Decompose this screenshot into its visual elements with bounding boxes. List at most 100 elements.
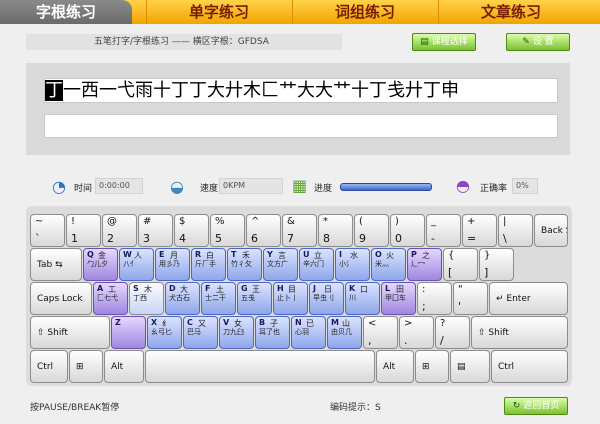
key-l[interactable]: L 田甲囗车 xyxy=(381,282,416,315)
key-j[interactable]: J 日早虫刂 xyxy=(309,282,344,315)
key-shift-char: { xyxy=(448,250,455,261)
key-roots: 犬古石 xyxy=(169,294,190,302)
key-semicolon[interactable]: :; xyxy=(417,282,452,315)
key-b[interactable]: B 子耳了也 xyxy=(255,316,290,349)
key-base-char: 1 xyxy=(71,232,78,245)
key-enter[interactable]: ↵ Enter xyxy=(489,282,568,315)
key-win-right[interactable]: ⊞ xyxy=(415,350,449,383)
key-symbol[interactable]: % 5 xyxy=(210,214,245,247)
key-base-char: 2 xyxy=(107,232,114,245)
key-base-char: . xyxy=(404,334,408,347)
key-r[interactable]: R 白斤厂手 xyxy=(191,248,226,281)
key-ctrl-right[interactable]: Ctrl xyxy=(491,350,568,383)
key-x[interactable]: X 纟幺弓匕 xyxy=(147,316,182,349)
course-select-button[interactable]: ▤ 课程选择 xyxy=(412,33,476,51)
key-label: ⊞ xyxy=(422,361,430,372)
bowl-icon: ◓ xyxy=(456,176,470,195)
key-letter: K xyxy=(349,284,356,293)
key-letter: T xyxy=(231,250,237,259)
key-shift-char: } xyxy=(484,250,491,261)
key-alt-right[interactable]: Alt xyxy=(376,350,414,383)
key-g[interactable]: G 王五戋 xyxy=(237,282,272,315)
key-roots: 耳了也 xyxy=(259,328,280,336)
key-v[interactable]: V 女刀九臼 xyxy=(219,316,254,349)
key-base-char: 9 xyxy=(359,232,366,245)
key-comma[interactable]: <, xyxy=(363,316,398,349)
settings-button[interactable]: ✎ 设 置 xyxy=(506,33,570,51)
tab-article[interactable]: 文章练习 xyxy=(438,0,583,24)
lesson-subtitle: 五笔打字/字根练习 —— 横区字根：GFDSA xyxy=(26,34,342,50)
key-c[interactable]: C 又巴马 xyxy=(183,316,218,349)
key-shift-right[interactable]: ⇧ Shift xyxy=(471,316,568,349)
key-y[interactable]: Y 言文方广 xyxy=(263,248,298,281)
key-i[interactable]: I 水小氵 xyxy=(335,248,370,281)
key-symbol[interactable]: ) 0 xyxy=(390,214,425,247)
key-f[interactable]: F 土士二干 xyxy=(201,282,236,315)
key-a[interactable]: A 工匚七弋 xyxy=(93,282,128,315)
key-base-char: , xyxy=(368,334,372,347)
key-z[interactable]: Z xyxy=(111,316,146,349)
key-k[interactable]: K口川 xyxy=(345,282,380,315)
key-roots: 川 xyxy=(349,294,356,302)
key-roots: 勹儿夕 xyxy=(87,260,108,268)
tab-root-practice[interactable]: 字根练习 xyxy=(0,0,132,24)
key-quote[interactable]: " ' xyxy=(453,282,488,315)
key-base-char: ` xyxy=(35,232,41,245)
key-shift-char: ) xyxy=(395,216,399,227)
key-label: Back Space xyxy=(541,225,567,236)
key-roots: 早虫刂 xyxy=(313,294,334,302)
key-base-char: ' xyxy=(458,300,462,313)
key-u[interactable]: U 立辛六门 xyxy=(299,248,334,281)
key-space[interactable] xyxy=(145,350,375,383)
key-shift-char: ! xyxy=(71,216,76,227)
key-symbol[interactable]: ~ ` xyxy=(30,214,65,247)
key-bracket-left[interactable]: {[ xyxy=(443,248,478,281)
key-o[interactable]: O 火米灬 xyxy=(371,248,406,281)
key-shift-char: | xyxy=(503,216,507,227)
key-w[interactable]: W 人八亻 xyxy=(119,248,154,281)
key-symbol[interactable]: + = xyxy=(462,214,497,247)
typed-text-field[interactable] xyxy=(44,114,558,138)
key-roots: 心羽 xyxy=(295,328,309,336)
key-symbol[interactable]: | \ xyxy=(498,214,533,247)
key-letter: H xyxy=(277,284,284,293)
key-symbol[interactable]: _ - xyxy=(426,214,461,247)
key-e[interactable]: E 月用彡乃 xyxy=(155,248,190,281)
key-symbol[interactable]: ^ 6 xyxy=(246,214,281,247)
key-n[interactable]: N 已心羽 xyxy=(291,316,326,349)
key-symbol[interactable]: * 8 xyxy=(318,214,353,247)
tab-single-char[interactable]: 单字练习 xyxy=(146,0,291,24)
key-roots: 用彡乃 xyxy=(159,260,180,268)
key-symbol[interactable]: $4 xyxy=(174,214,209,247)
key-symbol[interactable]: ! 1 xyxy=(66,214,101,247)
key-caps-lock[interactable]: Caps Lock xyxy=(30,282,92,315)
key-symbol[interactable]: @2 xyxy=(102,214,137,247)
key-alt-left[interactable]: Alt xyxy=(104,350,144,383)
key-letter: Z xyxy=(115,318,121,327)
key-menu[interactable]: ▤ xyxy=(450,350,490,383)
key-d[interactable]: D 大犬古石 xyxy=(165,282,200,315)
key-t[interactable]: T 禾竹彳攵 xyxy=(227,248,262,281)
key-ctrl-left[interactable]: Ctrl xyxy=(30,350,68,383)
key-backspace[interactable]: Back Space xyxy=(534,214,568,247)
tab-phrase[interactable]: 词组练习 xyxy=(292,0,437,24)
key-shift-char: ? xyxy=(440,318,446,329)
key-p[interactable]: P 之辶冖 xyxy=(407,248,442,281)
key-q[interactable]: Q 金勹儿夕 xyxy=(83,248,118,281)
key-roots: 刀九臼 xyxy=(223,328,244,336)
key-shift-left[interactable]: ⇧ Shift xyxy=(30,316,110,349)
key-s[interactable]: S 木丁西 xyxy=(129,282,164,315)
time-value: 0:00:00 xyxy=(95,178,143,194)
key-m[interactable]: M 山由贝几 xyxy=(327,316,362,349)
key-slash[interactable]: ? / xyxy=(435,316,470,349)
key-win-left[interactable]: ⊞ xyxy=(69,350,103,383)
key-h[interactable]: H 目止卜丨 xyxy=(273,282,308,315)
back-home-button[interactable]: ↻ 返回首页 xyxy=(504,397,568,415)
key-tab[interactable]: Tab ⇆ xyxy=(30,248,82,281)
key-period[interactable]: >. xyxy=(399,316,434,349)
key-symbol[interactable]: (9 xyxy=(354,214,389,247)
key-bracket-right[interactable]: }] xyxy=(479,248,514,281)
key-symbol[interactable]: & 7 xyxy=(282,214,317,247)
key-symbol[interactable]: #3 xyxy=(138,214,173,247)
speed-label: 速度 xyxy=(200,184,219,194)
